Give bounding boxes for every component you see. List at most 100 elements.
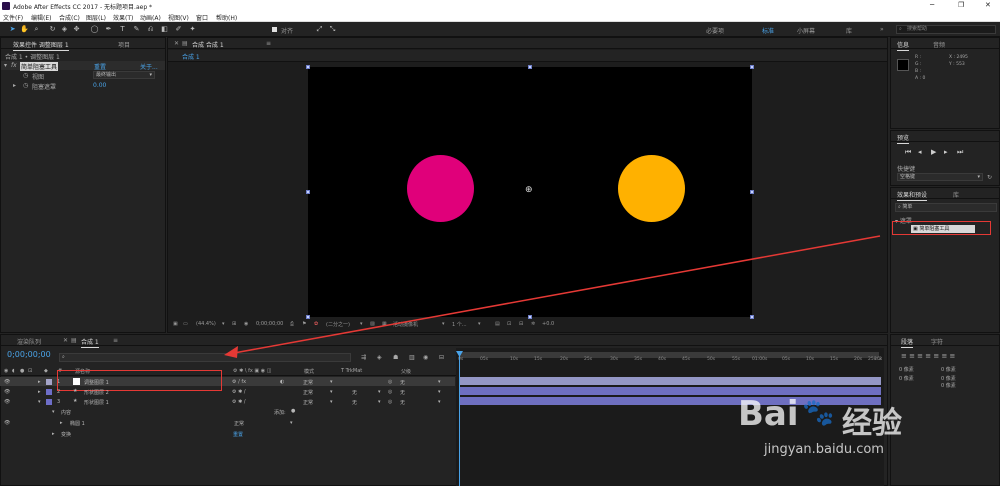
about-link[interactable]: 关于... — [140, 62, 158, 71]
label-color-chip[interactable] — [46, 399, 52, 405]
effects-search-input[interactable]: ⌕ 简单 — [895, 203, 997, 212]
eye-icon[interactable]: 👁 — [4, 379, 10, 385]
layer-switches[interactable]: ⚙ ✱ / — [232, 399, 246, 405]
menu-help[interactable]: 帮助(H) — [216, 13, 237, 22]
bbox-handle[interactable] — [306, 315, 310, 319]
pen-tool-icon[interactable]: ✒ — [104, 25, 113, 34]
tab-effect-controls[interactable]: 效果控件 调整图层 1 — [13, 40, 69, 51]
trkmat-header[interactable]: T TrkMat — [341, 368, 362, 374]
tab-project[interactable]: 项目 — [118, 40, 130, 49]
pan-behind-tool-icon[interactable]: ✥ — [72, 25, 81, 34]
layer-mode[interactable]: 正常 — [303, 399, 313, 406]
workspace-library[interactable]: 库 — [846, 26, 852, 35]
layer-parent[interactable]: 无 — [400, 379, 405, 386]
first-frame-icon[interactable]: ⏮ — [905, 148, 911, 157]
roto-brush-tool-icon[interactable]: ✐ — [174, 25, 183, 34]
motion-blur-icon[interactable]: ◉ — [423, 354, 428, 361]
chevron-down-icon[interactable]: ▾ — [438, 379, 441, 385]
graph-editor-icon[interactable]: ⊟ — [439, 354, 444, 361]
comp-subtab[interactable]: 合成 1 — [182, 52, 200, 61]
maximize-button[interactable]: ❐ — [958, 1, 964, 9]
tab-composition[interactable]: 合成 合成 1 — [192, 40, 224, 51]
snap-option2-icon[interactable]: ⤡ — [328, 25, 337, 34]
timeline-timecode[interactable]: 0;00;00;00 — [7, 350, 51, 359]
parent-pickwhip-icon[interactable]: ◎ — [388, 399, 392, 405]
video-switch-icon[interactable]: ◉ — [4, 368, 8, 374]
tab-audio[interactable]: 音频 — [933, 40, 945, 49]
chevron-down-icon[interactable]: ▾ — [360, 321, 363, 327]
align-buttons[interactable]: ≡ ≡ ≡ ≡ ≡ ≡ ≡ — [901, 352, 955, 360]
layer-trkmat[interactable]: 无 — [352, 389, 357, 396]
shortcut-dropdown[interactable]: 空格键 ▾ — [897, 173, 983, 181]
comp-timecode[interactable]: 0;00;00;00 — [256, 321, 283, 327]
chevron-down-icon[interactable]: ▾ — [378, 389, 381, 395]
rotate-tool-icon[interactable]: ↻ — [48, 25, 57, 34]
last-frame-icon[interactable]: ⏭ — [957, 148, 963, 157]
comp-flowchart-icon[interactable]: ⇶ — [361, 354, 366, 361]
expand-arrow-icon[interactable]: ▾ — [4, 62, 7, 69]
frame-blending-icon[interactable]: ▥ — [409, 354, 415, 361]
label-column-icon[interactable]: ◆ — [44, 368, 48, 374]
more-workspaces[interactable]: » — [880, 26, 884, 33]
play-icon[interactable]: ▶ — [931, 148, 936, 156]
tab-effects-presets[interactable]: 效果和预设 — [897, 190, 928, 201]
expand-arrow-icon[interactable]: ▸ — [38, 389, 41, 395]
chevron-down-icon[interactable]: ▾ — [330, 399, 333, 405]
toggle-pixel-icon[interactable]: ▤ — [495, 321, 500, 327]
reset-link[interactable]: 重置 — [94, 62, 106, 71]
ellipse-mode[interactable]: 正常 — [234, 420, 244, 427]
close-icon[interactable]: ✕ — [63, 337, 68, 344]
chevron-down-icon[interactable]: ▾ — [442, 321, 445, 327]
next-frame-icon[interactable]: ▸ — [944, 148, 948, 156]
expand-arrow-icon[interactable]: ▾ — [52, 409, 55, 415]
help-search-input[interactable]: ⌕ 搜索帮助 — [896, 25, 996, 34]
switches-header-icon[interactable]: ⚙ ✱ \ fx ▣ ◉ ◫ — [233, 368, 271, 374]
chevron-down-icon[interactable]: ▾ — [290, 420, 293, 426]
orange-circle-shape[interactable] — [618, 155, 685, 222]
minimize-button[interactable]: ─ — [930, 1, 934, 9]
bbox-handle[interactable] — [528, 315, 532, 319]
hand-tool-icon[interactable]: ✋ — [20, 25, 29, 34]
chevron-down-icon[interactable]: ▾ — [438, 389, 441, 395]
expand-arrow-icon[interactable]: ▸ — [52, 431, 55, 437]
chevron-down-icon[interactable]: ▾ — [378, 399, 381, 405]
workspace-standard[interactable]: 标准 — [762, 26, 774, 35]
indent-left[interactable]: 0 像素 — [899, 366, 914, 373]
menu-view[interactable]: 视图(V) — [168, 13, 189, 22]
choke-value[interactable]: 0.00 — [93, 82, 106, 89]
layer-trkmat[interactable]: 无 — [352, 399, 357, 406]
layer-mode[interactable]: 正常 — [303, 389, 313, 396]
workspace-small-screen[interactable]: 小屏幕 — [797, 26, 815, 35]
show-snapshot-icon[interactable]: ⚑ — [302, 321, 306, 327]
add-icon[interactable]: ● — [291, 408, 295, 414]
mode-header[interactable]: 模式 — [304, 368, 314, 375]
tab-info[interactable]: 信息 — [897, 40, 910, 51]
indent-right[interactable]: 0 像素 — [941, 366, 956, 373]
views-dropdown[interactable]: 1 个... — [452, 321, 467, 328]
type-tool-icon[interactable]: T — [118, 25, 127, 34]
parent-pickwhip-icon[interactable]: ◎ — [388, 379, 392, 385]
bbox-handle[interactable] — [750, 190, 754, 194]
effect-name[interactable]: 简单阻塞工具 — [20, 62, 59, 71]
playhead-line[interactable] — [459, 351, 460, 486]
bbox-handle[interactable] — [750, 65, 754, 69]
zoom-dropdown[interactable]: (44.4%) — [196, 321, 216, 327]
clone-stamp-tool-icon[interactable]: ⎌ — [146, 25, 155, 34]
composition-canvas[interactable]: ⊕ — [308, 67, 752, 317]
eraser-tool-icon[interactable]: ◧ — [160, 25, 169, 34]
ellipse-row[interactable]: 👁 ▸ 椭圆 1 正常 ▾ — [0, 418, 455, 427]
layer-3-track[interactable] — [459, 397, 881, 405]
tab-character[interactable]: 字符 — [931, 337, 943, 346]
layer-row-2[interactable]: 👁 ▸ 2 ★ 形状图层 2 ⚙ ✱ / 正常 ▾ 无 ▾ ◎ 无 ▾ — [0, 387, 455, 396]
color-channel-icon[interactable]: ✿ — [314, 321, 318, 327]
workspace-essentials[interactable]: 必要项 — [706, 26, 724, 35]
bbox-handle[interactable] — [528, 65, 532, 69]
parent-pickwhip-icon[interactable]: ◎ — [388, 389, 392, 395]
fx-icon[interactable]: fx — [11, 62, 17, 69]
camera-dropdown[interactable]: 活动摄像机 — [393, 321, 418, 328]
snap-option-icon[interactable]: ⤢ — [315, 25, 324, 34]
brush-tool-icon[interactable]: ✎ — [132, 25, 141, 34]
resolution-icon[interactable]: ▭ — [183, 321, 188, 327]
layer-switches[interactable]: ⚙ ✱ / — [232, 389, 246, 395]
layer-switches[interactable]: ⚙ / fx — [232, 379, 246, 385]
